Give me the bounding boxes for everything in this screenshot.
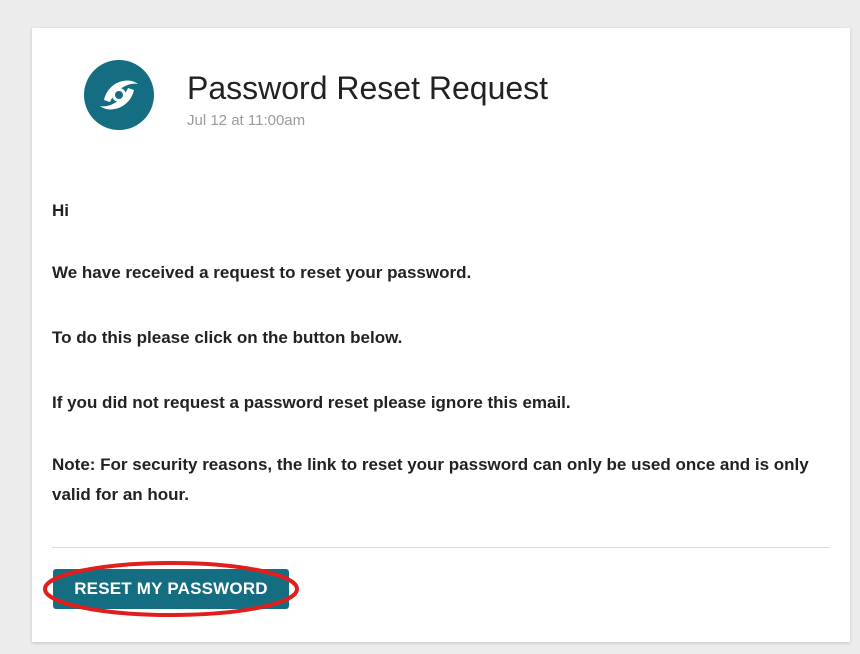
divider bbox=[52, 547, 830, 548]
email-card: Password Reset Request Jul 12 at 11:00am… bbox=[32, 28, 850, 642]
email-timestamp: Jul 12 at 11:00am bbox=[187, 112, 306, 129]
security-note: Note: For security reasons, the link to … bbox=[52, 455, 809, 504]
reset-password-button[interactable]: RESET MY PASSWORD bbox=[53, 569, 289, 609]
body-line-instructions: To do this please click on the button be… bbox=[52, 328, 403, 347]
brand-swirl-logo-icon bbox=[84, 60, 154, 130]
email-subject: Password Reset Request bbox=[187, 70, 549, 106]
body-line-ignore: If you did not request a password reset … bbox=[52, 393, 571, 412]
body-line-received: We have received a request to reset your… bbox=[52, 263, 472, 282]
greeting-text: Hi bbox=[52, 201, 69, 220]
